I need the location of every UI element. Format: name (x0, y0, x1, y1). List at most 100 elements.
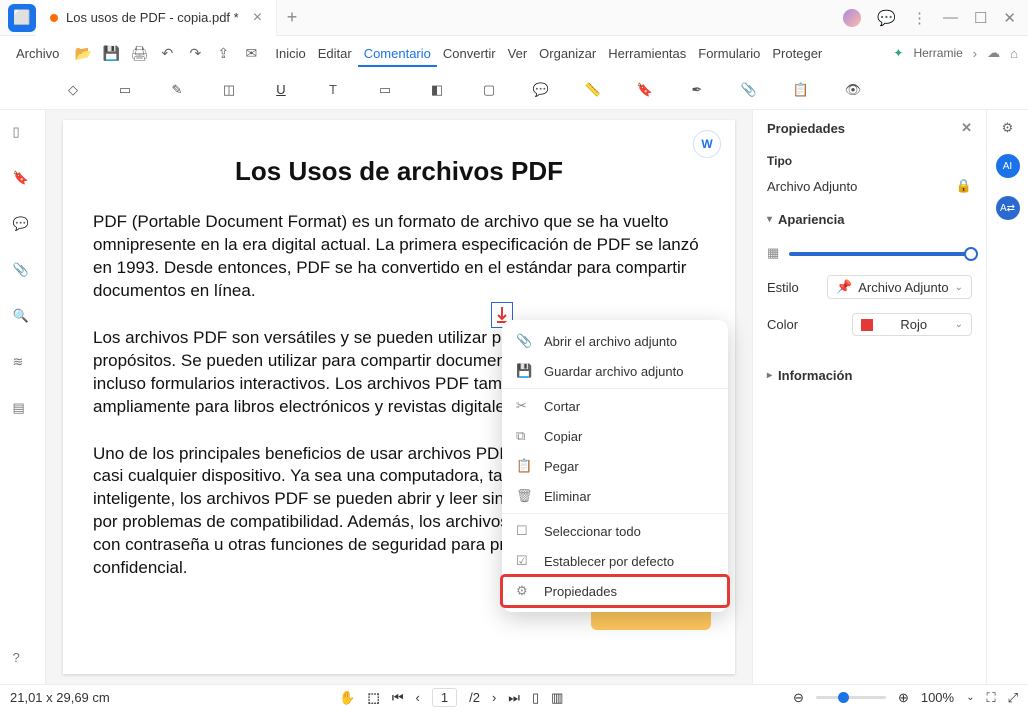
color-swatch-icon (861, 319, 873, 331)
attach-icon[interactable]: 📎 (738, 79, 760, 101)
attachments-icon[interactable]: 📎 (13, 262, 33, 282)
zoom-out-icon[interactable]: ⊖ (793, 690, 804, 706)
home-icon[interactable]: ⌂ (1010, 46, 1018, 61)
information-section[interactable]: ▸ Información (753, 358, 986, 393)
unsaved-dot-icon (50, 14, 58, 22)
appearance-section[interactable]: ▾ Apariencia (753, 202, 986, 237)
select-tool-icon[interactable]: ⬚ (368, 690, 380, 706)
file-menu[interactable]: Archivo (10, 42, 65, 65)
text-icon[interactable]: T (322, 79, 344, 101)
eraser-icon[interactable]: ◫ (218, 79, 240, 101)
measure-icon[interactable]: 📏 (582, 79, 604, 101)
page-input[interactable]: 1 (432, 688, 457, 707)
menu-herramientas[interactable]: Herramientas (602, 42, 692, 65)
ai-icon[interactable]: AI (996, 154, 1020, 178)
zoom-in-icon[interactable]: ⊕ (898, 690, 909, 706)
chevron-right-icon[interactable]: › (973, 46, 977, 61)
menu-inicio[interactable]: Inicio (269, 42, 311, 65)
share-icon[interactable]: ⇪ (213, 43, 233, 63)
ctx-label: Guardar archivo adjunto (544, 364, 683, 379)
bookmark-icon[interactable]: 🔖 (13, 170, 33, 190)
ctx-eliminar[interactable]: 🗑Eliminar (502, 481, 728, 511)
ctx-pegar[interactable]: 📋Pegar (502, 451, 728, 481)
area-highlight-icon[interactable]: ▭ (114, 79, 136, 101)
document-tab[interactable]: Los usos de PDF - copia.pdf * × (36, 0, 277, 36)
menu-ver[interactable]: Ver (502, 42, 534, 65)
avatar-icon[interactable] (843, 9, 861, 27)
style-select[interactable]: 📌 Archivo Adjunto ⌄ (827, 275, 972, 299)
save-icon[interactable]: 💾 (101, 43, 121, 63)
ctx-guardar-archivo-adjunto[interactable]: 💾Guardar archivo adjunto (502, 356, 728, 386)
zoom-value: 100% (921, 690, 954, 705)
underline-icon[interactable]: U (270, 79, 292, 101)
help-icon[interactable]: ? (13, 650, 33, 670)
highlight-icon[interactable]: ◇ (62, 79, 84, 101)
hand-tool-icon[interactable]: ✋ (339, 690, 355, 706)
word-badge-icon[interactable]: W (693, 130, 721, 158)
tools-hint: Herramie (913, 46, 962, 60)
opacity-slider[interactable] (789, 252, 972, 256)
mail-icon[interactable]: ✉ (241, 43, 261, 63)
document-area: W Los Usos de archivos PDF PDF (Portable… (46, 110, 752, 684)
note-icon[interactable]: ▢ (478, 79, 500, 101)
fullscreen-icon[interactable]: ⤢ (1008, 690, 1018, 706)
comment-icon[interactable]: 💬 (530, 79, 552, 101)
next-page-icon[interactable]: › (492, 690, 496, 705)
chat-icon[interactable]: 💬 (877, 9, 896, 27)
stamp-icon[interactable]: 🔖 (634, 79, 656, 101)
kebab-icon[interactable]: ⋮ (912, 9, 927, 27)
color-select[interactable]: Rojo ⌄ (852, 313, 972, 336)
minimize-icon[interactable]: — (943, 9, 958, 26)
ctx-icon: ⧉ (516, 428, 532, 444)
pencil-icon[interactable]: ✎ (166, 79, 188, 101)
single-page-icon[interactable]: ▯ (532, 690, 539, 706)
thumbnails-icon[interactable]: ▯ (13, 124, 33, 144)
ctx-seleccionar-todo[interactable]: ☐Seleccionar todo (502, 516, 728, 546)
sliders-icon[interactable]: ⚙ (1002, 120, 1014, 136)
open-icon[interactable]: 📂 (73, 43, 93, 63)
ctx-icon: ⚙ (516, 583, 532, 599)
zoom-slider[interactable] (816, 696, 886, 699)
last-page-icon[interactable]: ⏭ (508, 690, 520, 706)
menu-convertir[interactable]: Convertir (437, 42, 502, 65)
fields-icon[interactable]: ▤ (13, 400, 33, 420)
print-icon[interactable]: 🖨 (129, 43, 149, 63)
layers-icon[interactable]: ≋ (13, 354, 33, 374)
cloud-icon[interactable]: ☁ (987, 45, 1000, 61)
redo-icon[interactable]: ↷ (185, 43, 205, 63)
undo-icon[interactable]: ↶ (157, 43, 177, 63)
ctx-establecer-por-defecto[interactable]: ☑Establecer por defecto (502, 546, 728, 576)
ctx-copiar[interactable]: ⧉Copiar (502, 421, 728, 451)
type-value: Archivo Adjunto (767, 179, 857, 194)
add-tab-button[interactable]: + (277, 7, 307, 28)
ctx-propiedades[interactable]: ⚙Propiedades (502, 576, 728, 606)
close-panel-icon[interactable]: ✕ (961, 120, 972, 136)
textbox-icon[interactable]: ▭ (374, 79, 396, 101)
translate-icon[interactable]: A⇄ (996, 196, 1020, 220)
menu-organizar[interactable]: Organizar (533, 42, 602, 65)
left-sidebar: ▯ 🔖 💬 📎 🔍 ≋ ▤ ? (0, 110, 46, 684)
first-page-icon[interactable]: ⏮ (392, 690, 404, 706)
eye-icon[interactable]: 👁 (842, 79, 864, 101)
comments-icon[interactable]: 💬 (13, 216, 33, 236)
chevron-down-icon[interactable]: ⌄ (966, 692, 974, 703)
menu-proteger[interactable]: Proteger (766, 42, 828, 65)
signature-icon[interactable]: ✒ (686, 79, 708, 101)
menu-comentario[interactable]: Comentario (358, 42, 437, 67)
menu-editar[interactable]: Editar (312, 42, 358, 65)
ctx-icon: 📎 (516, 333, 532, 349)
ctx-cortar[interactable]: ✂Cortar (502, 391, 728, 421)
clipboard-icon[interactable]: 📋 (790, 79, 812, 101)
menu-formulario[interactable]: Formulario (692, 42, 766, 65)
prev-page-icon[interactable]: ‹ (416, 690, 420, 705)
menubar: Archivo 📂 💾 🖨 ↶ ↷ ⇪ ✉ InicioEditarComent… (0, 36, 1028, 70)
search-icon[interactable]: 🔍 (13, 308, 33, 328)
lock-icon[interactable]: 🔒 (956, 178, 972, 194)
fit-width-icon[interactable]: ⛶ (986, 690, 995, 706)
maximize-icon[interactable]: ☐ (974, 9, 987, 27)
close-tab-icon[interactable]: × (253, 9, 262, 27)
ctx-abrir-el-archivo-adjunto[interactable]: 📎Abrir el archivo adjunto (502, 326, 728, 356)
close-window-icon[interactable]: ✕ (1003, 9, 1016, 27)
continuous-icon[interactable]: ▥ (551, 690, 563, 706)
callout-icon[interactable]: ◧ (426, 79, 448, 101)
